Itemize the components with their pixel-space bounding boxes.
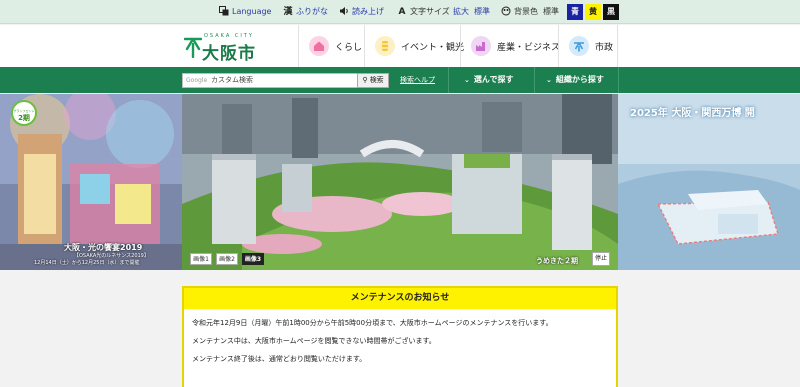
left-slide-dates: 12月14日（土）から12月25日（水）まで開催: [34, 260, 140, 266]
site-header: OSAKA CITY 大阪市 くらし イベント・観光 産業・ビジネス 市政: [0, 25, 800, 67]
font-size-label: 文字サイズ: [410, 7, 450, 16]
bg-blue-button[interactable]: 青: [567, 4, 583, 20]
lantern-icon: [375, 36, 395, 56]
search-placeholder: カスタム検索: [211, 76, 253, 84]
left-slide-subcaption: 【OSAKA光のルネサンス2019】: [74, 253, 149, 259]
bg-black-button[interactable]: 黒: [603, 4, 619, 20]
carousel-stop-button[interactable]: 停止: [592, 252, 610, 266]
org-search-button[interactable]: ⌄ 組織から探す: [546, 67, 604, 93]
notice-title: メンテナンスのお知らせ: [184, 288, 616, 309]
menu-business[interactable]: 産業・ビジネス: [460, 25, 561, 67]
font-enlarge-button[interactable]: 拡大: [453, 0, 469, 24]
main-nav: Google カスタム検索 ⚲ 検索 検索ヘルプ ⌄ 選んで探す ⌄ 組織から探す: [0, 67, 800, 93]
menu-shisei-label: 市政: [595, 43, 614, 53]
bg-yellow-button[interactable]: 黄: [585, 4, 601, 20]
umekita-badge: グランフロント 2期: [11, 100, 37, 126]
accessibility-bar: Language 漢ふりがな 読み上げ A 文字サイズ 拡大 標準 背景色 標準 …: [0, 0, 800, 24]
choose-search-button[interactable]: ⌄ 選んで探す: [464, 67, 513, 93]
badge-line2: 2期: [18, 114, 30, 122]
menu-events-label: イベント・観光: [401, 43, 465, 53]
speaker-icon: [338, 0, 350, 24]
osaka-city-logo-icon[interactable]: [184, 36, 202, 58]
font-size-icon: A: [398, 7, 406, 17]
menu-kurashi-label: くらし: [335, 43, 363, 53]
menu-events[interactable]: イベント・観光: [364, 25, 464, 67]
search-help-link[interactable]: 検索ヘルプ: [400, 75, 435, 85]
nav-divider: [534, 67, 535, 93]
search-icon: ⚲: [362, 76, 368, 84]
nav-divider: [618, 67, 619, 93]
language-label: Language: [232, 7, 272, 16]
font-standard-button[interactable]: 標準: [474, 0, 490, 24]
search-button-label: 検索: [369, 76, 384, 84]
notice-line-1: 令和元年12月9日（月曜）午前1時00分から午前5時00分頃まで、大阪市ホームペ…: [192, 319, 553, 327]
slide-caption: うめきた２期: [536, 257, 578, 265]
city-hall-icon: [569, 36, 589, 56]
notice-line-3: メンテナンス終了後は、通常どおり閲覧いただけます。: [192, 355, 367, 363]
menu-kurashi[interactable]: くらし: [298, 25, 364, 67]
house-icon: [309, 36, 329, 56]
right-slide-caption: 2025年 大阪・関西万博 開: [630, 108, 755, 119]
factory-icon: [471, 36, 491, 56]
search-brand: Google: [186, 77, 208, 84]
language-icon: [218, 0, 230, 24]
search-button[interactable]: ⚲ 検索: [357, 73, 389, 88]
org-search-label: 組織から探す: [555, 75, 604, 84]
slide-thumb-2[interactable]: 画像2: [216, 253, 238, 265]
slide-thumb-3[interactable]: 画像3: [242, 253, 264, 265]
furigana-label: ふりがな: [296, 7, 328, 16]
bg-color-label: 背景色: [514, 7, 538, 16]
menu-business-label: 産業・ビジネス: [497, 43, 561, 53]
slide-thumb-1[interactable]: 画像1: [190, 253, 212, 265]
read-aloud-label: 読み上げ: [352, 7, 384, 16]
maintenance-notice: メンテナンスのお知らせ 令和元年12月9日（月曜）午前1時00分から午前5時00…: [182, 286, 618, 387]
font-size-control: A 文字サイズ: [396, 0, 450, 24]
choose-search-label: 選んで探す: [473, 75, 514, 84]
logo-title[interactable]: 大阪市: [202, 39, 256, 64]
menu-shisei[interactable]: 市政: [558, 25, 618, 67]
furigana-icon: 漢: [283, 7, 293, 17]
bg-color-control: 背景色: [500, 0, 538, 24]
notice-line-2: メンテナンス中は、大阪市ホームページを閲覧できない時間帯がございます。: [192, 337, 436, 345]
nav-divider: [448, 67, 449, 93]
chevron-down-icon: ⌄: [464, 76, 470, 84]
chevron-down-icon: ⌄: [546, 76, 552, 84]
palette-icon: [500, 0, 512, 24]
language-link[interactable]: Language: [218, 0, 271, 24]
read-aloud-link[interactable]: 読み上げ: [338, 0, 384, 24]
umekita-slide-image[interactable]: [182, 94, 618, 270]
slide-overlay: [618, 94, 800, 270]
bg-standard-button[interactable]: 標準: [543, 0, 559, 24]
furigana-link[interactable]: 漢ふりがな: [282, 0, 328, 24]
